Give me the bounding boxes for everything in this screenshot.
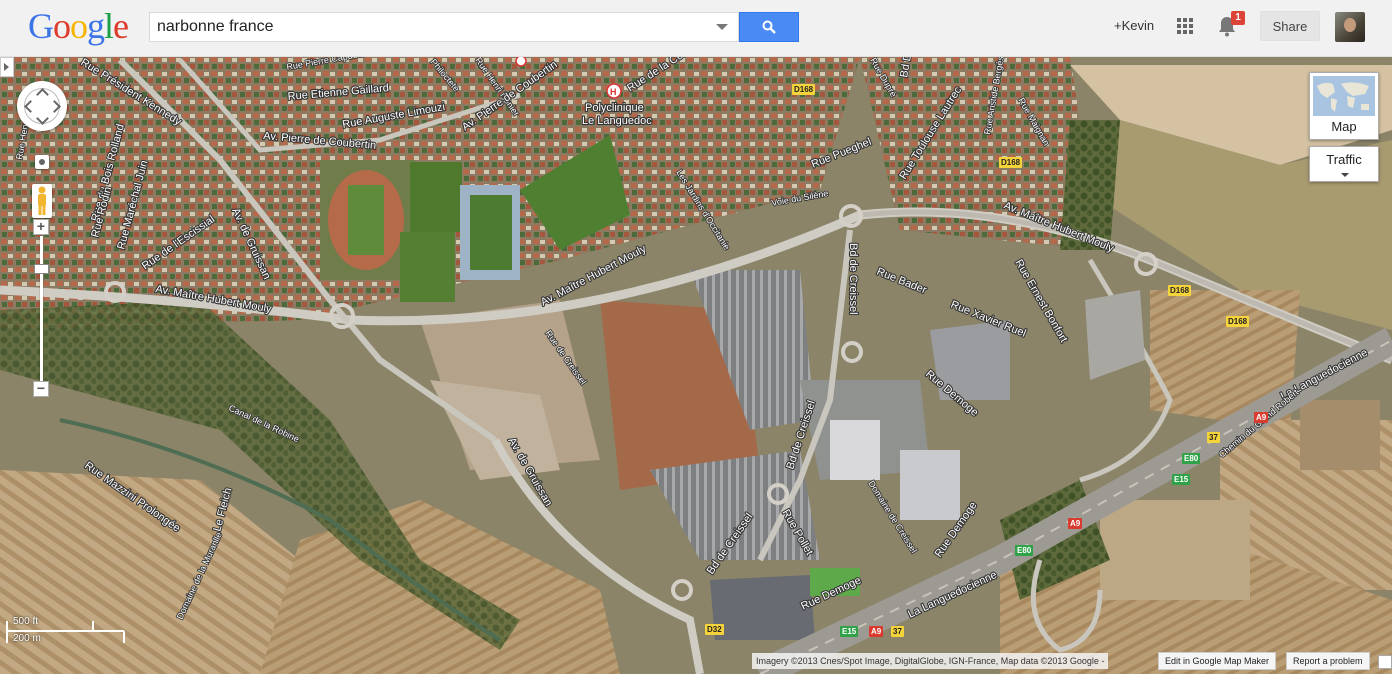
search-box [149, 12, 739, 42]
map-type-label: Map [1331, 119, 1357, 134]
report-problem-link[interactable]: Report a problem [1286, 652, 1370, 670]
hospital-label[interactable]: Polyclinique [584, 101, 645, 115]
road-sign: E80 [1015, 545, 1034, 556]
map-thumbnail [1313, 76, 1375, 116]
road-sign: E15 [1172, 474, 1191, 485]
magnifier-icon [762, 20, 776, 34]
logo-letter: o [70, 6, 88, 46]
zoom-in-button[interactable]: + [33, 219, 49, 235]
road-sign: 37 [891, 626, 904, 637]
road-sign: D168 [999, 157, 1023, 168]
search-dropdown-icon[interactable] [716, 24, 728, 30]
road-sign: D168 [792, 84, 816, 95]
logo-letter: e [113, 6, 129, 46]
chevron-down-icon [1341, 173, 1349, 177]
map-label: Bd de Creissel [847, 243, 859, 315]
location-icon[interactable] [35, 155, 49, 169]
scale-meters-label: 200 m [13, 633, 41, 644]
road-sign: A9 [1254, 412, 1269, 423]
search-button[interactable] [739, 12, 799, 42]
road-sign: D168 [1168, 285, 1192, 296]
collapse-panel-button[interactable] [0, 57, 14, 77]
svg-text:H: H [610, 87, 617, 97]
map-type-toggle[interactable]: Map [1309, 72, 1379, 140]
notification-count-badge[interactable]: 1 [1231, 11, 1245, 25]
pegman-icon[interactable] [32, 184, 52, 218]
pegman-figure-icon [38, 186, 46, 215]
edit-in-map-maker-link[interactable]: Edit in Google Map Maker [1158, 652, 1277, 670]
scale-feet-label: 500 ft [13, 616, 39, 627]
traffic-label: Traffic [1326, 152, 1362, 167]
zoom-out-button[interactable]: − [33, 381, 49, 397]
world-map-icon [1317, 82, 1369, 112]
apps-grid-icon[interactable] [1177, 18, 1193, 34]
search-input[interactable] [157, 13, 707, 41]
top-bar: Google +Kevin 1 Share [0, 0, 1392, 57]
scale-bar: 500 ft 200 m [6, 616, 126, 646]
road-sign: D168 [1226, 316, 1250, 327]
road-sign: A9 [1068, 518, 1083, 529]
road-sign: D32 [705, 624, 724, 635]
road-sign: E15 [840, 626, 859, 637]
user-profile-link[interactable]: +Kevin [1114, 18, 1154, 33]
logo-letter: g [87, 6, 105, 46]
hospital-label[interactable]: Le Languedoc [581, 114, 653, 128]
expand-corner-icon[interactable] [1378, 655, 1392, 669]
avatar[interactable] [1335, 12, 1365, 42]
zoom-slider-track[interactable] [40, 236, 43, 382]
road-sign: E80 [1182, 453, 1201, 464]
google-logo[interactable]: Google [28, 6, 129, 46]
logo-letter: l [104, 6, 114, 46]
logo-letter: G [28, 6, 54, 46]
map-attribution: Imagery ©2013 Cnes/Spot Image, DigitalGl… [752, 653, 1109, 669]
pan-control[interactable] [17, 81, 67, 131]
road-sign: 37 [1207, 432, 1220, 443]
road-sign: A9 [869, 626, 884, 637]
traffic-dropdown[interactable]: Traffic [1309, 146, 1379, 182]
logo-letter: o [53, 6, 71, 46]
share-button[interactable]: Share [1260, 11, 1320, 41]
zoom-slider-thumb[interactable] [34, 264, 49, 274]
satellite-map[interactable]: H Rue Président Kennedy Rue Pierre Capde… [0, 57, 1392, 674]
map-imagery: H Rue Président Kennedy Rue Pierre Capde… [0, 57, 1392, 674]
